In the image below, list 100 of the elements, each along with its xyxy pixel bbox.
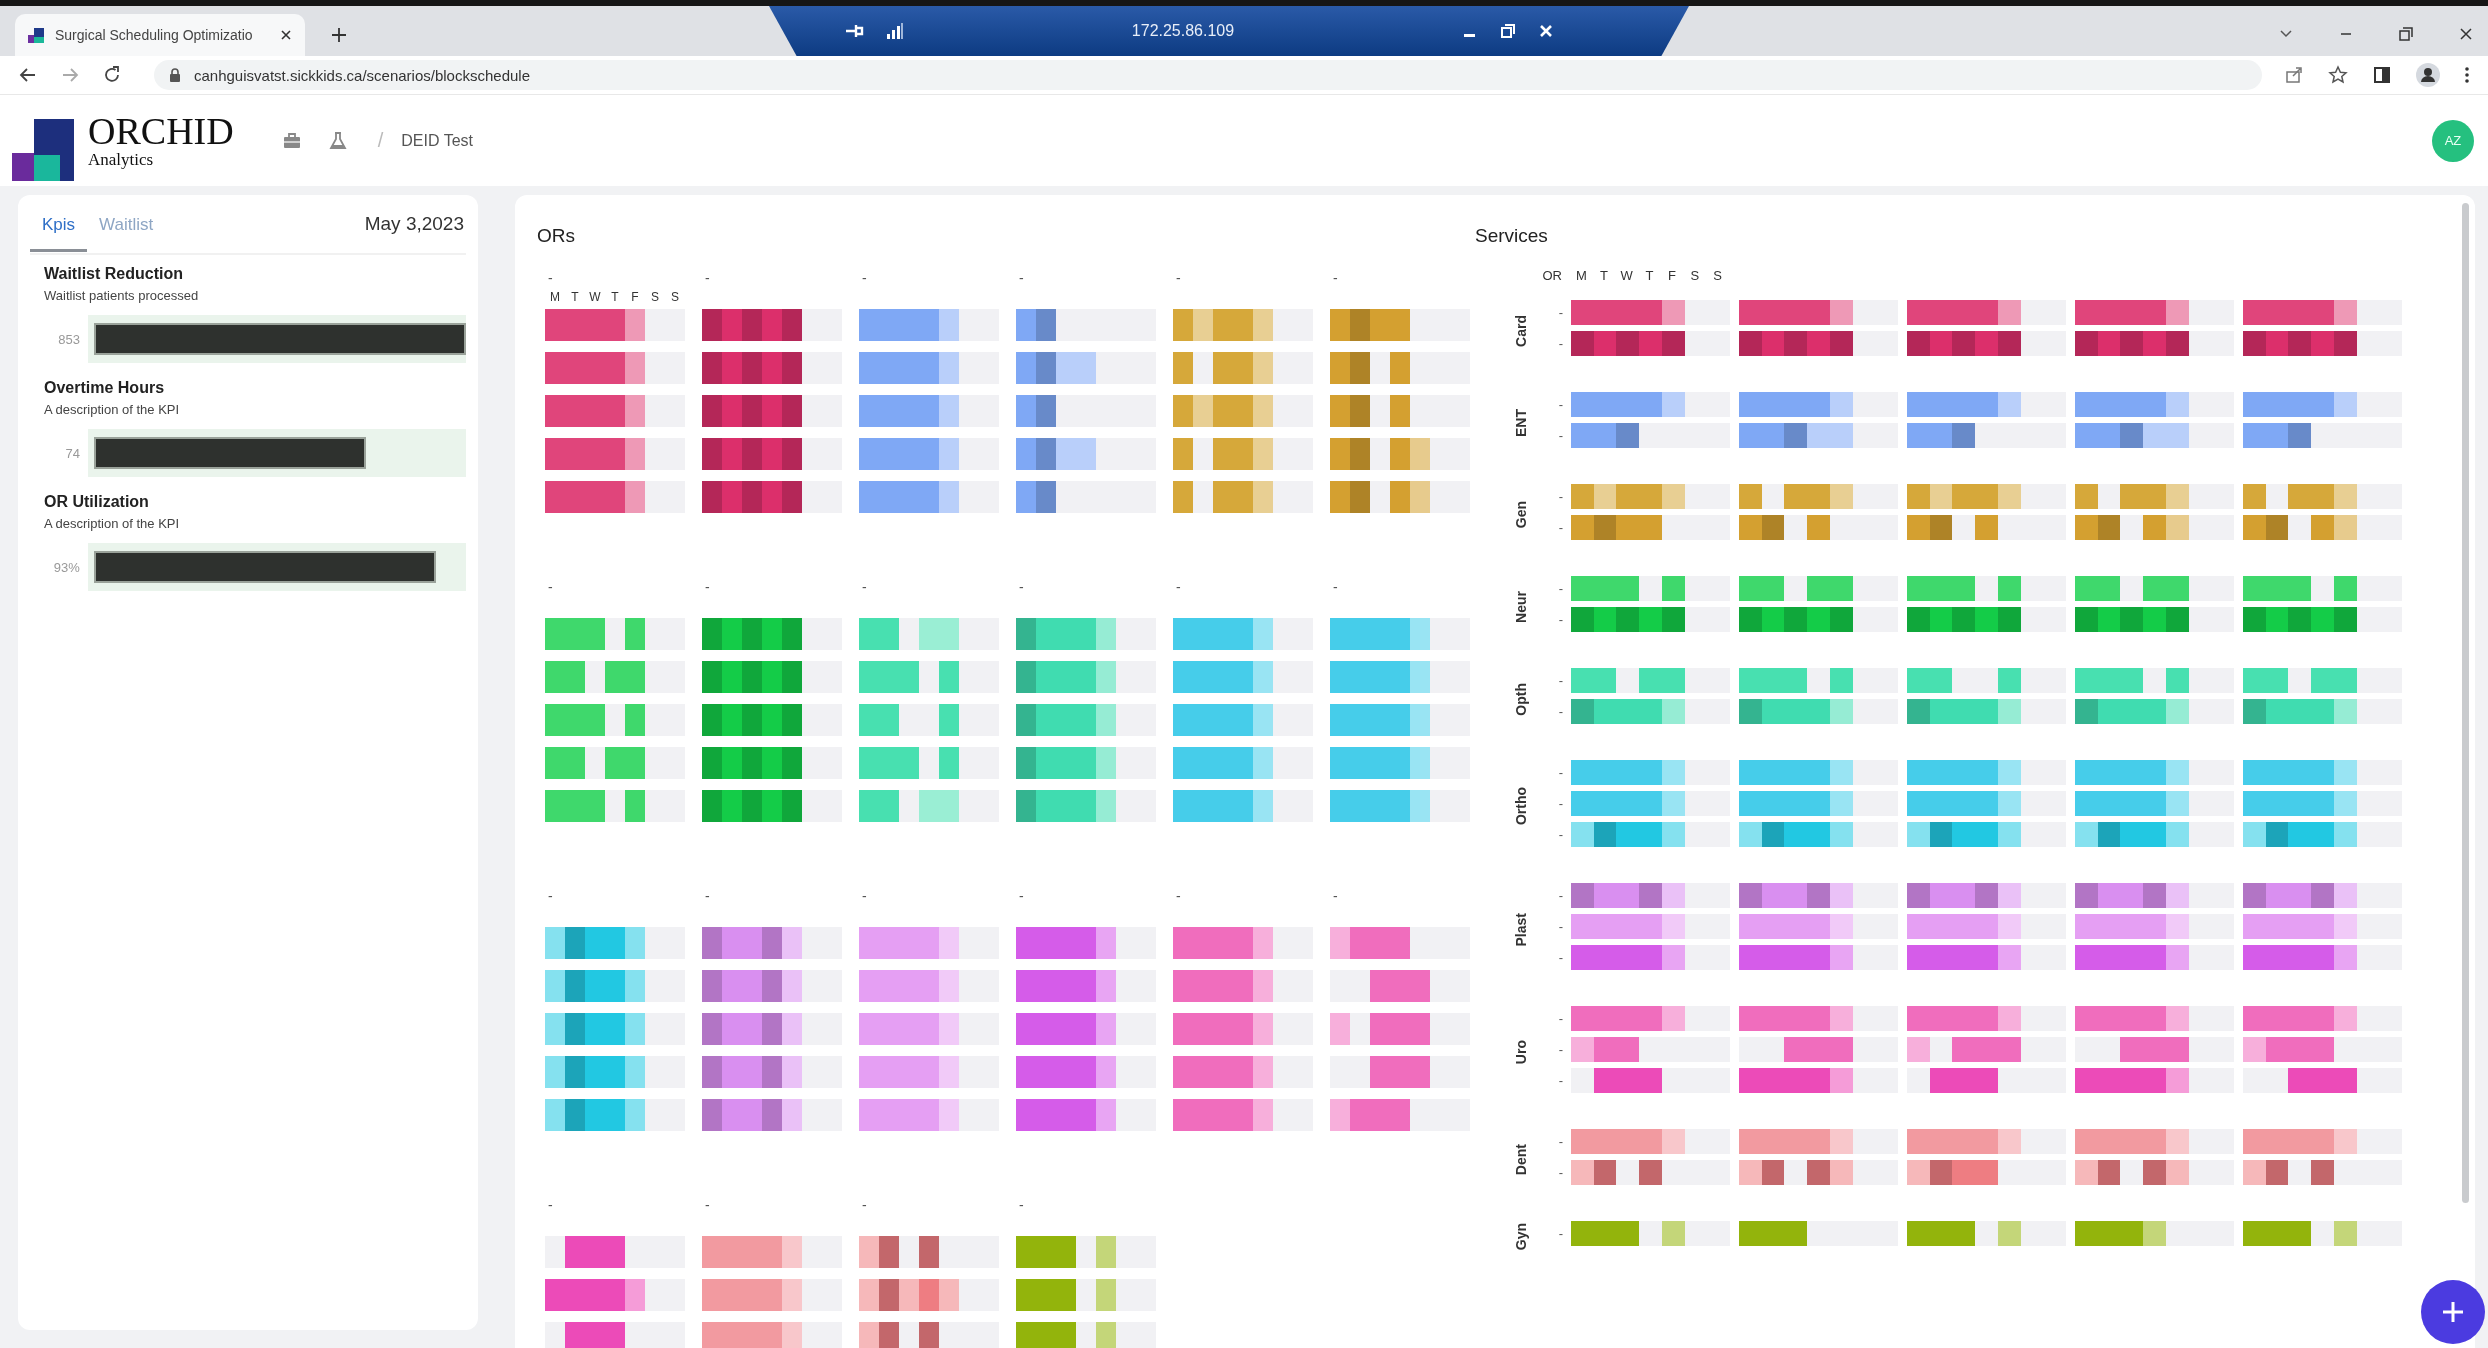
or-label: - (1557, 1226, 1563, 1241)
or-label: - (1557, 520, 1563, 535)
lock-icon (168, 67, 182, 83)
day-label: M (1574, 267, 1588, 283)
service-label: Ortho (1513, 787, 1529, 826)
day-label: S (1712, 267, 1723, 283)
kpi-value: 74 (64, 445, 81, 461)
service-label: Gyn (1513, 1222, 1529, 1251)
or-label: - (1557, 888, 1563, 903)
or-label: - (1175, 269, 1182, 287)
pin-icon[interactable] (844, 22, 864, 40)
squares-logo-icon[interactable] (12, 118, 74, 181)
close-icon[interactable] (2458, 26, 2474, 42)
service-label: Card (1513, 315, 1529, 347)
date-label: May 3,2023 (364, 213, 464, 235)
or-label: - (1557, 1073, 1563, 1088)
or-label: - (1557, 796, 1563, 811)
kpi-title: Overtime Hours (44, 379, 166, 397)
or-label: - (861, 1196, 868, 1214)
or-label: - (1557, 1011, 1563, 1026)
or-label: - (1557, 397, 1563, 412)
address-field[interactable]: canhguisvatst.sickkids.ca/scenarios/blockschedule (154, 60, 2262, 90)
signal-icon (886, 22, 904, 40)
or-label: - (704, 269, 711, 287)
or-label: - (1557, 612, 1563, 627)
day-label: T (1599, 267, 1609, 283)
service-label: Neur (1513, 591, 1529, 623)
service-label: Gen (1513, 501, 1529, 529)
day-label: T (1644, 267, 1655, 283)
service-label: Dent (1513, 1144, 1529, 1176)
or-label: - (1018, 269, 1025, 287)
day-label: W (588, 289, 602, 305)
breadcrumb-separator: / (377, 129, 384, 152)
day-label: T (570, 289, 580, 305)
or-label: - (861, 269, 868, 287)
restore-icon[interactable] (1500, 23, 1516, 39)
day-label: S (670, 289, 680, 305)
kpi-value: 853 (57, 331, 81, 347)
close-icon[interactable] (279, 28, 293, 42)
or-label: - (1557, 919, 1563, 934)
flask-icon[interactable] (327, 130, 348, 151)
or-label: - (704, 887, 711, 905)
brand-name: ORCHID (88, 111, 234, 150)
or-label: - (1018, 1196, 1025, 1214)
or-label: - (1557, 950, 1563, 965)
or-label: - (861, 578, 868, 596)
or-label: - (1175, 578, 1182, 596)
or-label: - (547, 1196, 554, 1214)
column-label: OR (1541, 267, 1563, 283)
scrollbar[interactable] (2462, 203, 2469, 1203)
share-icon[interactable] (2284, 65, 2304, 85)
or-label: - (1332, 578, 1339, 596)
kpi-value: 93% (52, 559, 81, 575)
kpi-title: Waitlist Reduction (44, 265, 184, 283)
section-title: Services (1475, 225, 1549, 248)
day-label: F (1667, 267, 1678, 283)
or-label: - (1018, 887, 1025, 905)
menu-icon[interactable] (2464, 65, 2470, 85)
kpi-description: Waitlist patients processed (44, 288, 200, 303)
service-label: Opth (1513, 682, 1529, 716)
or-label: - (1557, 1042, 1563, 1057)
briefcase-icon[interactable] (281, 130, 302, 151)
kpi-title: OR Utilization (44, 493, 150, 511)
or-label: - (1018, 578, 1025, 596)
or-label: - (1332, 887, 1339, 905)
close-icon[interactable] (1538, 23, 1554, 39)
browser-tab[interactable]: Surgical Scheduling Optimizatio (15, 14, 305, 56)
or-label: - (1557, 827, 1563, 842)
day-label: F (630, 289, 640, 305)
day-label: M (549, 289, 561, 305)
remote-address: 172.25.86.109 (1130, 22, 1236, 40)
or-label: - (861, 887, 868, 905)
or-label: - (547, 269, 554, 287)
restore-icon[interactable] (2398, 26, 2414, 42)
star-icon[interactable] (2328, 65, 2348, 85)
profile-icon[interactable] (2416, 63, 2440, 87)
bars-favicon-icon (27, 26, 45, 44)
or-label: - (547, 887, 554, 905)
or-label: - (1557, 336, 1563, 351)
section-title: ORs (537, 225, 576, 248)
or-label: - (1557, 1165, 1563, 1180)
or-label: - (1557, 581, 1563, 596)
service-label: ENT (1513, 409, 1529, 437)
breadcrumb[interactable]: DEID Test (401, 131, 473, 150)
or-label: - (547, 578, 554, 596)
or-label: - (1557, 489, 1563, 504)
day-label: S (650, 289, 660, 305)
or-label: - (1557, 704, 1563, 719)
plus-icon[interactable] (2421, 1280, 2485, 1344)
panel-tab[interactable]: Kpis (30, 196, 88, 252)
service-label: Uro (1513, 1040, 1529, 1065)
day-label: T (610, 289, 620, 305)
plus-icon[interactable] (329, 25, 349, 45)
or-label: - (1557, 765, 1563, 780)
service-label: Plast (1513, 912, 1529, 947)
side-panel-icon[interactable] (2372, 65, 2392, 85)
or-label: - (1175, 887, 1182, 905)
or-label: - (704, 1196, 711, 1214)
reload-icon[interactable] (102, 65, 122, 85)
day-label: S (1689, 267, 1701, 283)
